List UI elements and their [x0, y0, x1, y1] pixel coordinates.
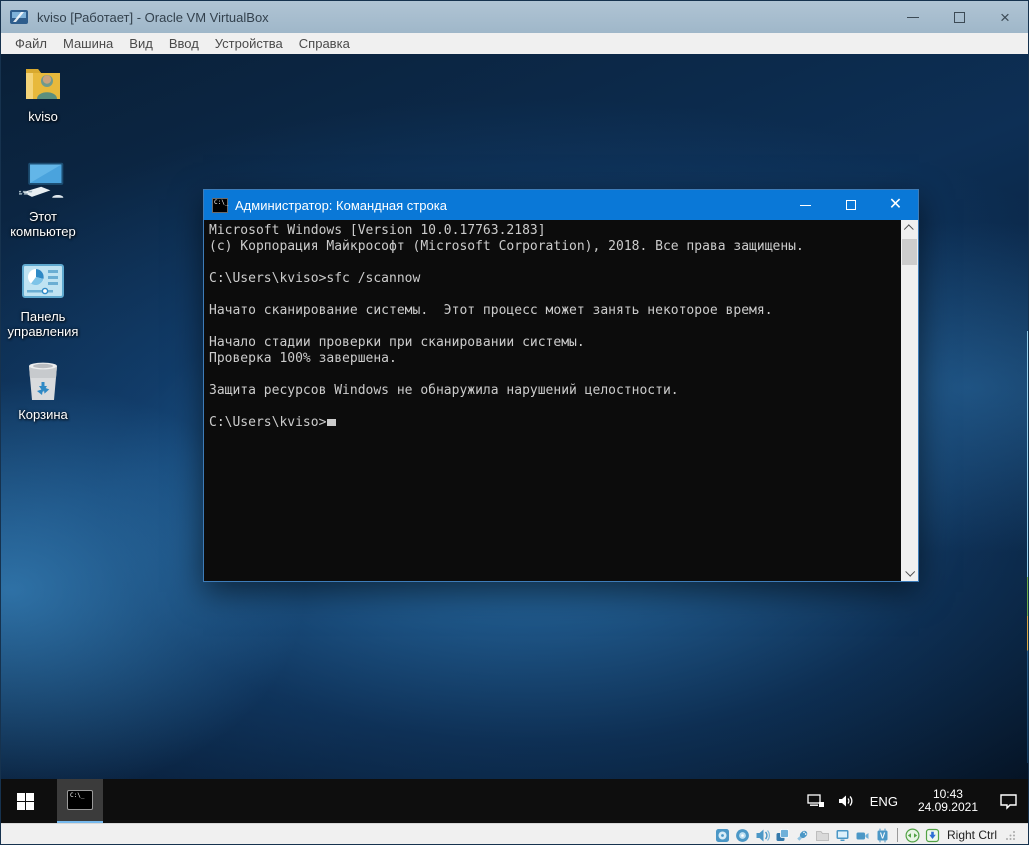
chevron-up-icon	[903, 224, 914, 235]
resize-grip[interactable]	[1006, 830, 1016, 840]
desktop-icon-this-pc[interactable]: Этот компьютер	[1, 160, 85, 239]
menu-devices[interactable]: Устройства	[213, 36, 285, 51]
console-line: Защита ресурсов Windows не обнаружила на…	[209, 383, 679, 398]
vbox-window-title: kviso [Работает] - Oracle VM VirtualBox	[37, 9, 269, 25]
menu-machine[interactable]: Машина	[61, 36, 115, 51]
scroll-up-button[interactable]	[901, 220, 918, 237]
desktop-icon-label: Корзина	[18, 407, 68, 422]
language-indicator[interactable]: ENG	[864, 794, 904, 809]
vbox-maximize-button[interactable]	[936, 1, 982, 33]
chevron-down-icon	[905, 566, 916, 577]
desktop-icon-label-line1: Панель	[20, 309, 66, 324]
desktop-icon-kviso[interactable]: kviso	[1, 60, 85, 124]
minimize-icon	[800, 204, 811, 206]
menu-help[interactable]: Справка	[297, 36, 352, 51]
hard-disks-icon[interactable]	[714, 827, 731, 844]
scroll-down-button[interactable]	[901, 564, 918, 581]
tray-date: 24.09.2021	[917, 800, 978, 814]
console-line: Microsoft Windows [Version 10.0.17763.21…	[209, 223, 546, 238]
cmd-close-button[interactable]: ✕	[873, 190, 918, 220]
maximize-icon	[953, 11, 965, 23]
host-key-label: Right Ctrl	[946, 828, 997, 842]
desktop-icon-control-panel[interactable]: Панель управления	[1, 260, 85, 339]
network-icon[interactable]	[804, 789, 828, 813]
console-line: Начало стадии проверки при сканировании …	[209, 335, 585, 350]
audio-icon[interactable]	[754, 827, 771, 844]
maximize-icon	[845, 200, 856, 210]
desktop-icon-label-line2: компьютер	[10, 224, 76, 239]
cmd-window: C:\_ Администратор: Командная строка ✕ M…	[203, 189, 919, 582]
console-output[interactable]: Microsoft Windows [Version 10.0.17763.21…	[204, 220, 918, 581]
statusbar-separator	[896, 828, 898, 842]
cmd-maximize-button[interactable]	[828, 190, 873, 220]
menu-file[interactable]: Файл	[13, 36, 49, 51]
features-icon[interactable]: V	[874, 827, 891, 844]
taskbar: C:\_ ENG 10:43 24.09.2021	[1, 779, 1028, 823]
cmd-icon: C:\_	[67, 790, 93, 810]
svg-text:V: V	[880, 831, 886, 840]
taskbar-cmd-button[interactable]: C:\_	[57, 779, 103, 823]
action-center-icon[interactable]	[996, 789, 1020, 813]
optical-drives-icon[interactable]	[734, 827, 751, 844]
desktop-icon-label-line2: управления	[7, 324, 79, 339]
start-button[interactable]	[1, 779, 49, 823]
console-cursor	[327, 419, 337, 426]
this-pc-icon	[19, 162, 64, 198]
vbox-menubar: Файл Машина Вид Ввод Устройства Справка	[1, 33, 1028, 54]
vbox-minimize-button[interactable]	[890, 1, 936, 33]
keyboard-icon[interactable]	[924, 827, 941, 844]
display-icon[interactable]	[834, 827, 851, 844]
recycle-bin-icon	[29, 362, 57, 400]
windows-logo-icon	[16, 792, 34, 810]
vbox-statusbar: V Right Ctrl	[1, 823, 1028, 844]
cmd-icon: C:\_	[212, 197, 228, 213]
volume-icon[interactable]	[834, 789, 858, 813]
desktop-icon-label-line1: Этот	[28, 209, 58, 224]
system-tray: ENG 10:43 24.09.2021	[804, 779, 1028, 823]
control-panel-icon	[22, 264, 64, 298]
vm-desktop[interactable]: kviso Этот компьютер Панель управления К…	[1, 54, 1028, 779]
user-folder-icon	[26, 69, 60, 99]
mouse-integration-icon[interactable]	[904, 827, 921, 844]
close-icon: ✕	[888, 196, 903, 213]
close-icon: ×	[1000, 7, 1010, 27]
virtualbox-window: kviso [Работает] - Oracle VM VirtualBox …	[0, 0, 1029, 845]
menu-input[interactable]: Ввод	[167, 36, 201, 51]
cmd-window-title: Администратор: Командная строка	[235, 197, 447, 213]
cmd-minimize-button[interactable]	[783, 190, 828, 220]
recording-icon[interactable]	[854, 827, 871, 844]
desktop-icon-label: kviso	[28, 109, 58, 124]
menu-view[interactable]: Вид	[127, 36, 155, 51]
console-line: Проверка 100% завершена.	[209, 351, 397, 366]
cmd-scrollbar[interactable]	[901, 220, 918, 581]
usb-icon[interactable]	[794, 827, 811, 844]
console-line: (c) Корпорация Майкрософт (Microsoft Cor…	[209, 239, 804, 254]
cmd-titlebar[interactable]: C:\_ Администратор: Командная строка ✕	[204, 190, 918, 220]
network-adapters-icon[interactable]	[774, 827, 791, 844]
minimize-icon	[907, 16, 919, 18]
console-line: C:\Users\kviso>sfc /scannow	[209, 271, 421, 286]
virtualbox-logo-icon	[10, 10, 28, 24]
vbox-titlebar[interactable]: kviso [Работает] - Oracle VM VirtualBox …	[1, 1, 1028, 33]
shared-folders-icon[interactable]	[814, 827, 831, 844]
desktop-icon-recycle-bin[interactable]: Корзина	[1, 358, 85, 422]
console-prompt-line: C:\Users\kviso>	[209, 415, 898, 431]
vbox-close-button[interactable]: ×	[982, 1, 1028, 33]
console-line: Начато сканирование системы. Этот процес…	[209, 303, 773, 318]
scrollbar-thumb[interactable]	[902, 239, 917, 265]
clock[interactable]: 10:43 24.09.2021	[910, 788, 986, 814]
